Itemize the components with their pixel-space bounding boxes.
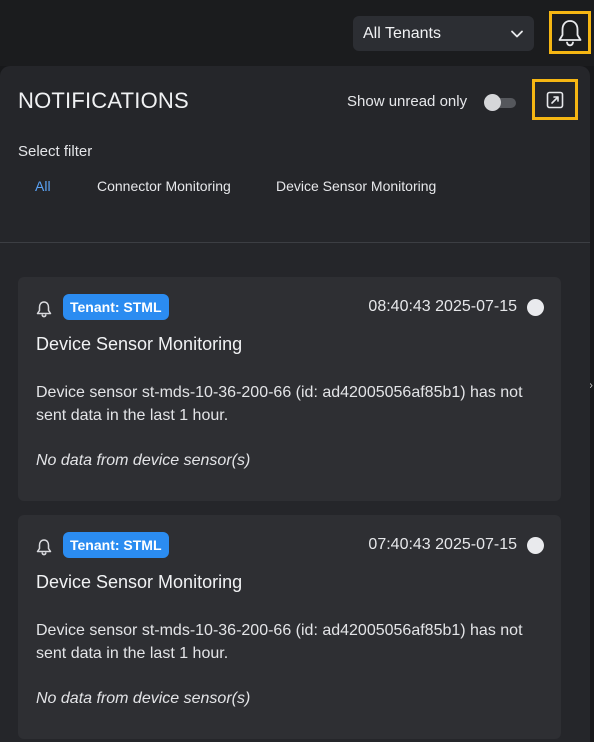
notifications-panel: NOTIFICATIONS Show unread only Select fi…: [0, 66, 590, 742]
bell-icon: [36, 539, 52, 556]
show-unread-label: Show unread only: [347, 93, 468, 110]
panel-title: NOTIFICATIONS: [18, 88, 189, 113]
notification-title: Device Sensor Monitoring: [36, 334, 243, 354]
mark-read-dot[interactable]: [527, 537, 544, 554]
tenant-select-value: All Tenants: [363, 24, 441, 42]
notifications-bell-button[interactable]: [549, 11, 591, 54]
notification-body: Device sensor st-mds-10-36-200-66 (id: a…: [36, 622, 523, 662]
expand-icon: [546, 91, 564, 108]
bell-icon: [36, 301, 52, 318]
show-unread-toggle[interactable]: [484, 94, 516, 111]
notification-reason: No data from device sensor(s): [36, 452, 251, 469]
bell-icon: [558, 19, 582, 46]
notification-time: 08:40:43 2025-07-15: [368, 298, 517, 315]
notification-time: 07:40:43 2025-07-15: [368, 536, 517, 553]
notification-card[interactable]: Tenant: STML 08:40:43 2025-07-15 Device …: [18, 277, 561, 501]
notification-reason: No data from device sensor(s): [36, 690, 251, 707]
tenant-badge: Tenant: STML: [63, 532, 169, 558]
notification-card[interactable]: Tenant: STML 07:40:43 2025-07-15 Device …: [18, 515, 561, 739]
notification-body: Device sensor st-mds-10-36-200-66 (id: a…: [36, 384, 523, 424]
top-bar: All Tenants: [0, 0, 594, 66]
chevron-down-icon: [511, 30, 523, 38]
filter-tab-connector-monitoring[interactable]: Connector Monitoring: [97, 178, 231, 194]
toggle-knob: [484, 94, 501, 111]
filter-tab-device-sensor-monitoring[interactable]: Device Sensor Monitoring: [276, 178, 436, 194]
tenant-select[interactable]: All Tenants: [353, 16, 534, 51]
select-filter-label: Select filter: [18, 143, 93, 160]
mark-read-dot[interactable]: [527, 299, 544, 316]
filter-tab-all[interactable]: All: [35, 178, 51, 194]
tenant-badge: Tenant: STML: [63, 294, 169, 320]
expand-panel-button[interactable]: [532, 79, 578, 120]
notification-title: Device Sensor Monitoring: [36, 572, 243, 592]
divider: [0, 242, 590, 243]
